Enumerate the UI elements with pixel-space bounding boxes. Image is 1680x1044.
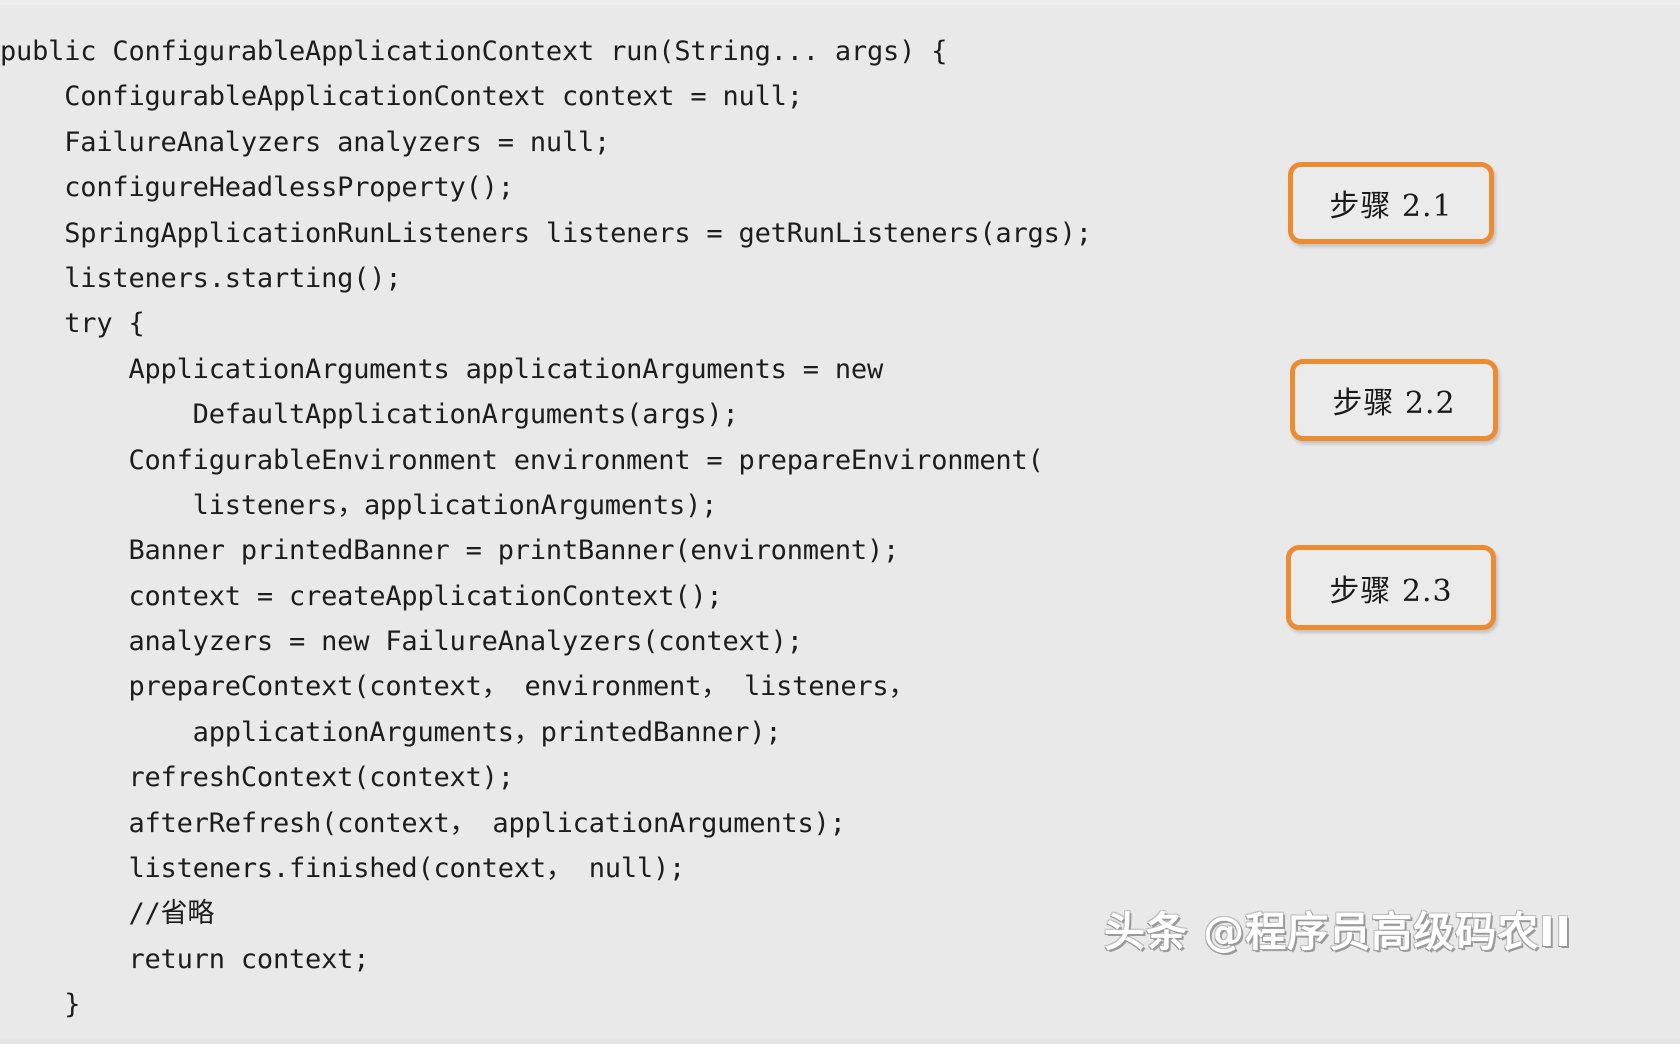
code-line: refreshContext(context); bbox=[0, 762, 514, 794]
code-line: } bbox=[0, 989, 81, 1021]
code-line: configureHeadlessProperty(); bbox=[0, 172, 514, 204]
step-callout-2-2: 步骤 2.2 bbox=[1290, 359, 1498, 441]
step-callout-label: 步骤 2.3 bbox=[1329, 573, 1453, 609]
code-line: afterRefresh(context， applicationArgumen… bbox=[0, 807, 846, 839]
java-code-block: public ConfigurableApplicationContext ru… bbox=[0, 29, 1340, 1044]
code-line: context = createApplicationContext(); bbox=[0, 580, 723, 612]
bottom-edge-band bbox=[0, 1038, 1680, 1044]
code-line: ConfigurableApplicationContext context =… bbox=[0, 81, 803, 113]
code-line: listeners.finished(context， null); bbox=[0, 853, 686, 885]
code-line: analyzers = new FailureAnalyzers(context… bbox=[0, 626, 803, 658]
watermark: 头条 @程序员高级码农II bbox=[1104, 908, 1572, 956]
step-callout-2-3: 步骤 2.3 bbox=[1286, 545, 1496, 630]
code-line: public ConfigurableApplicationContext ru… bbox=[0, 36, 948, 67]
code-line: SpringApplicationRunListeners listeners … bbox=[0, 217, 1092, 249]
step-callout-label: 步骤 2.1 bbox=[1329, 189, 1453, 224]
code-line: ApplicationArguments applicationArgument… bbox=[0, 353, 884, 385]
step-callout-2-1: 步骤 2.1 bbox=[1288, 162, 1494, 244]
top-edge-band bbox=[0, 0, 1680, 5]
code-line: applicationArguments，printedBanner); bbox=[0, 716, 782, 748]
code-line: DefaultApplicationArguments(args); bbox=[0, 399, 739, 431]
code-slide: public ConfigurableApplicationContext ru… bbox=[0, 0, 1680, 1044]
code-line: try { bbox=[0, 308, 145, 340]
step-callout-label: 步骤 2.2 bbox=[1332, 386, 1456, 421]
code-line: FailureAnalyzers analyzers = null; bbox=[0, 126, 611, 158]
code-line: Banner printedBanner = printBanner(envir… bbox=[0, 535, 900, 567]
code-line: listeners，applicationArguments); bbox=[0, 489, 718, 521]
code-line: listeners.starting(); bbox=[0, 262, 402, 294]
code-line: ConfigurableEnvironment environment = pr… bbox=[0, 444, 1044, 476]
code-line: prepareContext(context， environment， lis… bbox=[0, 671, 916, 703]
